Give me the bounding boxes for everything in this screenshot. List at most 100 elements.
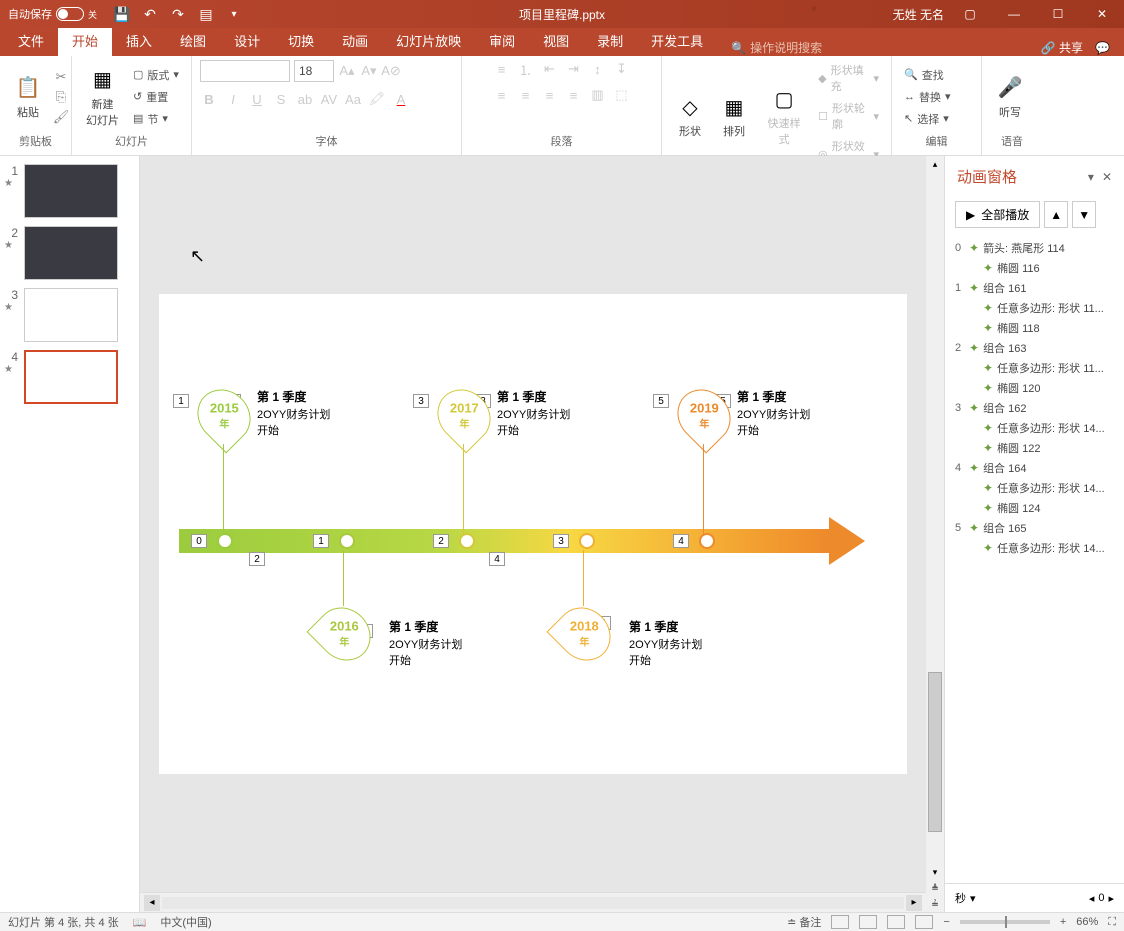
minimize-icon[interactable]: —	[996, 0, 1032, 28]
font-size-input[interactable]	[294, 60, 334, 82]
timeline-node-2[interactable]	[459, 533, 475, 549]
columns-icon[interactable]: ▥	[589, 86, 607, 104]
decrease-font-icon[interactable]: A▾	[360, 62, 378, 80]
dictate-button[interactable]: 🎤 听写	[990, 70, 1030, 124]
quick-styles-button[interactable]: ▢ 快速样式	[758, 81, 810, 151]
spacing-icon[interactable]: AV	[320, 90, 338, 108]
timeline-node-4[interactable]	[699, 533, 715, 549]
thumbnail-4[interactable]: 4★	[4, 350, 135, 404]
find-button[interactable]: 🔍 查找	[900, 65, 955, 85]
arrange-button[interactable]: ▦ 排列	[714, 89, 754, 143]
format-painter-icon[interactable]: 🖌	[52, 108, 70, 126]
scroll-down-icon[interactable]: ▾	[926, 864, 944, 880]
fit-window-icon[interactable]: ⛶	[1108, 916, 1116, 929]
tell-me-search[interactable]: 🔍 操作说明搜索	[731, 39, 822, 56]
vertical-scrollbar[interactable]: ▴ ▾ ≜ ≟	[926, 156, 944, 912]
normal-view-icon[interactable]	[831, 915, 849, 929]
highlight-icon[interactable]: 🖍	[368, 90, 386, 108]
timeline-prev-icon[interactable]: ◂	[1089, 892, 1095, 905]
copy-icon[interactable]: ⎘	[52, 88, 70, 106]
horizontal-scrollbar[interactable]: ◂ ▸	[140, 892, 926, 912]
share-button[interactable]: 🔗 共享	[1041, 39, 1083, 56]
move-down-button[interactable]: ▼	[1072, 201, 1096, 228]
align-center-icon[interactable]: ≡	[517, 86, 535, 104]
align-left-icon[interactable]: ≡	[493, 86, 511, 104]
thumbnail-3[interactable]: 3★	[4, 288, 135, 342]
animation-item[interactable]: 5✦组合 165	[945, 518, 1124, 538]
shape-fill-button[interactable]: ◆ 形状填充 ▾	[814, 60, 883, 96]
animation-item[interactable]: 4✦组合 164	[945, 458, 1124, 478]
indent-right-icon[interactable]: ⇥	[565, 60, 583, 78]
scroll-left-icon[interactable]: ◂	[144, 895, 160, 911]
milestone-2018[interactable]: 2018年 第 1 季度2OYY财务计划开始	[559, 606, 609, 662]
autosave-toggle[interactable]: 自动保存 关	[0, 6, 105, 22]
timeline-zero-icon[interactable]: 0	[1098, 892, 1104, 905]
thumbnail-2[interactable]: 2★	[4, 226, 135, 280]
undo-icon[interactable]: ↶	[141, 5, 159, 23]
pane-options-icon[interactable]: ▾	[1088, 170, 1094, 184]
shapes-button[interactable]: ◇ 形状	[670, 89, 710, 143]
tab-slideshow[interactable]: 幻灯片放映	[382, 25, 475, 56]
start-slideshow-icon[interactable]: ▤	[197, 5, 215, 23]
reading-view-icon[interactable]	[887, 915, 905, 929]
timeline-next-icon[interactable]: ▸	[1108, 892, 1114, 905]
bullets-icon[interactable]: ≡	[493, 60, 511, 78]
tab-design[interactable]: 设计	[220, 25, 274, 56]
notes-button[interactable]: ≐ 备注	[787, 914, 821, 930]
move-up-button[interactable]: ▲	[1044, 201, 1068, 228]
tab-draw[interactable]: 绘图	[166, 25, 220, 56]
scroll-up-icon[interactable]: ▴	[926, 156, 944, 172]
strike-icon[interactable]: S	[272, 90, 290, 108]
tab-home[interactable]: 开始	[58, 25, 112, 56]
align-right-icon[interactable]: ≡	[541, 86, 559, 104]
milestone-2019[interactable]: 2019年 第 1 季度2OYY财务计划开始	[679, 388, 729, 444]
slideshow-view-icon[interactable]	[915, 915, 933, 929]
animation-item[interactable]: ✦椭圆 118	[945, 318, 1124, 338]
zoom-in-icon[interactable]: +	[1060, 916, 1066, 928]
next-slide-icon[interactable]: ≟	[926, 896, 944, 912]
maximize-icon[interactable]: ☐	[1040, 0, 1076, 28]
language-status[interactable]: 中文(中国)	[160, 914, 211, 930]
spell-check-icon[interactable]: 📖	[133, 916, 147, 929]
redo-icon[interactable]: ↷	[169, 5, 187, 23]
animation-item[interactable]: ✦椭圆 116	[945, 258, 1124, 278]
paste-button[interactable]: 📋 粘贴	[8, 70, 48, 124]
animation-item[interactable]: 2✦组合 163	[945, 338, 1124, 358]
zoom-out-icon[interactable]: −	[943, 916, 949, 928]
animation-item[interactable]: ✦任意多边形: 形状 14...	[945, 418, 1124, 438]
layout-button[interactable]: ▢ 版式 ▾	[129, 65, 183, 85]
increase-font-icon[interactable]: A▴	[338, 62, 356, 80]
animation-item[interactable]: ✦任意多边形: 形状 14...	[945, 478, 1124, 498]
animation-item[interactable]: ✦椭圆 120	[945, 378, 1124, 398]
animation-item[interactable]: ✦任意多边形: 形状 11...	[945, 298, 1124, 318]
milestone-2017[interactable]: 2017年 第 1 季度2OYY财务计划开始	[439, 388, 489, 444]
animation-item[interactable]: ✦任意多边形: 形状 11...	[945, 358, 1124, 378]
smartart-icon[interactable]: ⬚	[613, 86, 631, 104]
user-name[interactable]: 无姓 无名	[893, 6, 944, 23]
underline-icon[interactable]: U	[248, 90, 266, 108]
font-name-input[interactable]	[200, 60, 290, 82]
prev-slide-icon[interactable]: ≜	[926, 880, 944, 896]
sorter-view-icon[interactable]	[859, 915, 877, 929]
case-icon[interactable]: Aa	[344, 90, 362, 108]
replace-button[interactable]: ↔ 替换 ▾	[900, 87, 955, 107]
timeline-node-3[interactable]	[579, 533, 595, 549]
play-all-button[interactable]: ▶ 全部播放	[955, 201, 1040, 228]
milestone-2015[interactable]: 2015年 第 1 季度2OYY财务计划开始	[199, 388, 249, 444]
tab-review[interactable]: 审阅	[475, 25, 529, 56]
animation-item[interactable]: ✦任意多边形: 形状 14...	[945, 538, 1124, 558]
cut-icon[interactable]: ✂	[52, 68, 70, 86]
timeline-arrow[interactable]	[179, 529, 829, 553]
thumbnail-1[interactable]: 1★	[4, 164, 135, 218]
font-color-icon[interactable]: A	[392, 90, 410, 108]
animation-item[interactable]: 3✦组合 162	[945, 398, 1124, 418]
tab-insert[interactable]: 插入	[112, 25, 166, 56]
numbering-icon[interactable]: ⒈	[517, 60, 535, 78]
tab-animation[interactable]: 动画	[328, 25, 382, 56]
justify-icon[interactable]: ≡	[565, 86, 583, 104]
save-icon[interactable]: 💾	[113, 5, 131, 23]
comments-icon[interactable]: 💬	[1095, 41, 1110, 55]
tab-file[interactable]: 文件	[4, 25, 58, 56]
shadow-icon[interactable]: ab	[296, 90, 314, 108]
bold-icon[interactable]: B	[200, 90, 218, 108]
